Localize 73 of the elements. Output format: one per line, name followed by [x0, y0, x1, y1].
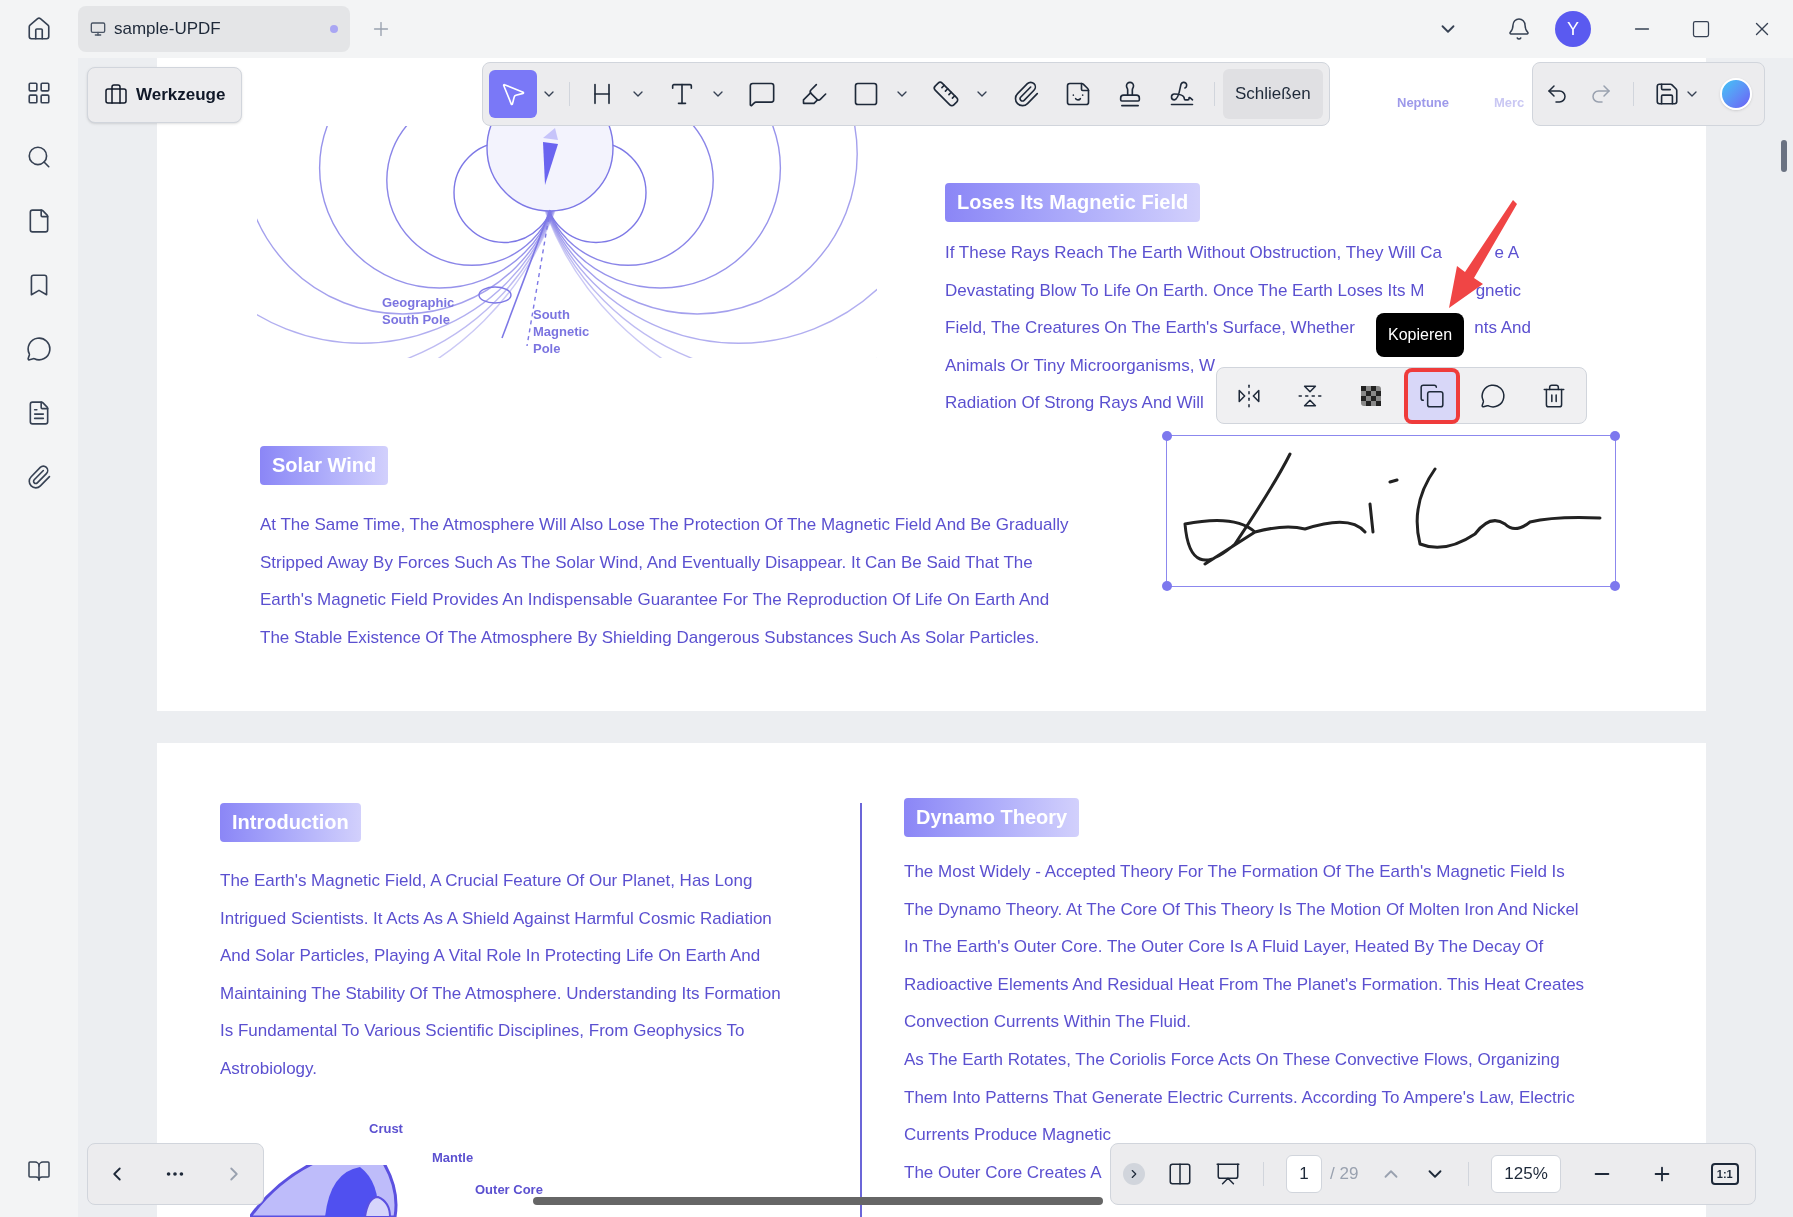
scrollbar-thumb[interactable] — [1781, 140, 1787, 172]
text-line: In The Earth's Outer Core. The Outer Core Is A Fluid Layer, Heated By The Decay Of — [904, 936, 1544, 959]
text-line: Currents Produce Magnetic — [904, 1124, 1111, 1147]
resize-handle[interactable] — [1610, 581, 1620, 591]
measure-icon — [932, 80, 960, 108]
delete-icon — [1541, 382, 1567, 409]
scrollbar-thumb[interactable] — [533, 1197, 1103, 1205]
text-line: Animals Or Tiny Microorganisms, W — [945, 354, 1216, 377]
comment-icon — [748, 80, 776, 108]
comment-icon — [1480, 382, 1506, 409]
panel-icon[interactable] — [27, 1159, 51, 1183]
paragraph: At The Same Time, The Atmosphere Will Also Lose The Protection Of The Magnetic Field And Be Gradually Stripped Away By Forces Such As The Solar Wind, And Eventually Disappear. It Can Be Said That The Earth's Magnetic Field Provides An Indispensable Guarantee For The Reproduction Of Life On Earth And The Stable Existence Of The Atmosphere By Shielding Dangerous Substances Such As Solar Particles. — [260, 513, 1069, 649]
section-heading: Introduction — [220, 803, 361, 842]
resize-handle[interactable] — [1610, 431, 1620, 441]
tools-button[interactable]: Werkzeuge — [87, 67, 243, 123]
comment-icon[interactable] — [26, 336, 52, 362]
section-heading: Loses Its Magnetic Field — [945, 183, 1201, 222]
text-line: The Outer Core Creates A — [904, 1161, 1102, 1184]
page-layout-icon[interactable] — [1167, 1161, 1193, 1187]
text-line: Devastating Blow To Life On Earth. Once The Earth Loses Its M — [945, 279, 1425, 302]
home-icon[interactable] — [26, 16, 52, 42]
assistant-icon[interactable] — [1720, 78, 1752, 110]
expand-icon[interactable] — [1123, 1163, 1145, 1185]
text-line: Radioactive Elements And Residual Heat From The Planet's Formation. This Heat Creates — [904, 973, 1585, 996]
paragraph: The Earth's Magnetic Field, A Crucial Feature Of Our Planet, Has Long Intrigued Scientists. It Acts As A Shield Against Harmful Cosmic Radiation And Solar Particles, Playing A Vital Role In Protecting Life On Earth And Maintaining The Stability Of The Atmosphere. Understanding Its Formation Is Fundamental To Various Scientific Disciplines, From Geophysics To Astrobiology. — [220, 870, 782, 1080]
user-avatar[interactable]: Y — [1555, 11, 1591, 47]
notification-icon[interactable] — [1507, 17, 1531, 41]
close-tool-button[interactable]: Schließen — [1223, 69, 1323, 119]
flip-vertical-icon — [1297, 382, 1323, 409]
presentation-icon[interactable] — [1215, 1161, 1241, 1187]
search-icon[interactable] — [26, 144, 52, 170]
sticker-icon — [1064, 80, 1092, 108]
diagram-label: Mantle — [432, 1149, 474, 1167]
text-line: Radiation Of Strong Rays And Will — [945, 392, 1204, 415]
text-line: The Dynamo Theory. At The Core Of This Theory Is The Motion Of Molten Iron And Nickel — [904, 898, 1579, 921]
monitor-icon — [90, 21, 106, 37]
maximize-icon[interactable] — [1691, 19, 1711, 39]
diagram-label: Crust — [369, 1120, 403, 1138]
diagram-label: Geographic South Pole — [382, 294, 456, 328]
text-line: As The Earth Rotates, The Coriolis Force Acts On These Convective Flows, Organizing — [904, 1048, 1560, 1071]
signature-icon — [1168, 80, 1196, 108]
diagram-label: Outer Core — [475, 1181, 543, 1199]
section-heading: Solar Wind — [260, 445, 389, 485]
text-line: If These Rays Reach The Earth Without Obstruction, They Will Ca — [945, 242, 1442, 264]
diagram-label: Merc — [1494, 94, 1525, 112]
document-tab[interactable]: sample-UPDF — [78, 6, 350, 52]
text-line: nts And — [1474, 317, 1531, 340]
diagram-label: South Magnetic Pole — [533, 306, 591, 357]
checkerboard-icon — [1359, 383, 1383, 408]
diagram-label: Neptune — [1397, 94, 1449, 112]
shape-icon — [852, 80, 880, 108]
toolbox-icon — [104, 83, 128, 107]
actual-size-button[interactable]: 1:1 — [1710, 1163, 1739, 1185]
text-line: Field, The Creatures On The Earth's Surface, Whether — [945, 317, 1355, 340]
text-line: Them Into Patterns That Generate Electric Currents. According To Ampere's Law, Electric — [904, 1086, 1575, 1109]
page-count: / 29 — [1330, 1163, 1359, 1186]
resize-handle[interactable] — [1162, 581, 1172, 591]
save-icon[interactable] — [1654, 81, 1680, 107]
text-line: gnetic — [1475, 279, 1521, 302]
attachment-icon — [1012, 80, 1040, 108]
section-heading: Dynamo Theory — [904, 798, 1080, 837]
text-line: The Most Widely - Accepted Theory For The Formation Of The Earth's Magnetic Field Is — [904, 861, 1565, 883]
resize-handle[interactable] — [1162, 431, 1172, 441]
flip-horizontal-icon — [1236, 382, 1262, 409]
grid-icon[interactable] — [26, 80, 52, 106]
text-line: e A — [1494, 242, 1519, 264]
copy-icon — [1419, 382, 1445, 409]
undo-icon[interactable] — [1545, 82, 1569, 106]
page-number-field[interactable]: 1 — [1286, 1155, 1322, 1193]
zoom-level-field[interactable]: 125% — [1491, 1155, 1561, 1193]
tooltip: Kopieren — [1376, 313, 1465, 357]
text-line: Convection Currents Within The Fluid. — [904, 1011, 1191, 1034]
attachment-icon[interactable] — [26, 464, 52, 490]
